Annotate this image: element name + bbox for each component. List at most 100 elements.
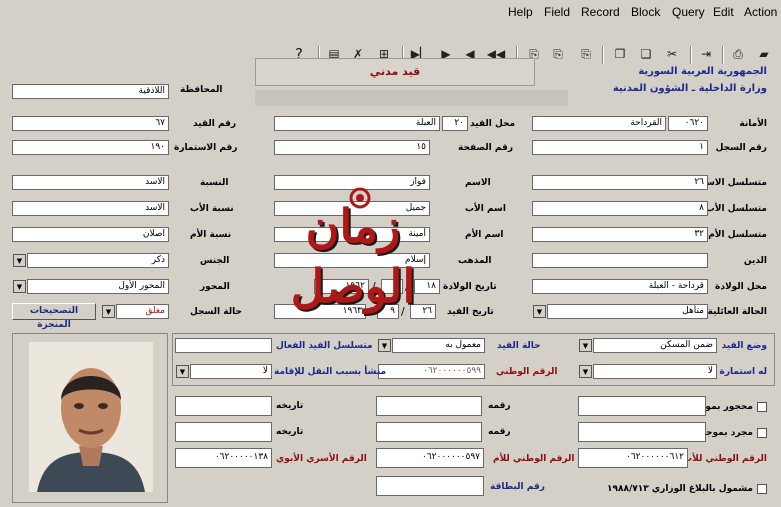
wilada-year-field[interactable]: ١٩٦٢ (314, 279, 369, 294)
istimara-sabiqa-field[interactable]: لا (593, 364, 717, 379)
mahjur-field[interactable] (578, 396, 706, 416)
mahal-wilada-field[interactable]: قرداحة - العبلة (532, 279, 708, 294)
republic-heading: الجمهورية العربية السورية (638, 66, 767, 77)
cancel-query-icon[interactable]: ⎘ (578, 46, 594, 62)
person-photo (29, 342, 153, 492)
mahjur-checkbox[interactable] (757, 402, 767, 412)
menu-help[interactable]: Help (508, 5, 533, 19)
madhhab-label: المذهب (458, 256, 492, 266)
raqm-sijil-field[interactable]: ١ (532, 140, 708, 155)
hala-aailiya-field[interactable]: متأهل (547, 304, 708, 319)
wad-qaid-dropdown-icon[interactable]: ▼ (579, 339, 592, 352)
istimara-sabiqa-dropdown-icon[interactable]: ▼ (579, 365, 592, 378)
din-field[interactable] (532, 253, 708, 268)
date-separator: / (368, 305, 372, 318)
menu-action[interactable]: Action (744, 5, 777, 19)
governorate-field[interactable]: اللاذقية (12, 84, 169, 99)
halat-qaid-dropdown-icon[interactable]: ▼ (378, 339, 391, 352)
raqmuhu2-field[interactable] (376, 422, 482, 442)
mahal-qaid-value-field[interactable]: العبلة (274, 116, 440, 131)
halat-qaid-label: حالة القيد (497, 341, 541, 351)
nisba-label: النسبة (200, 178, 229, 188)
raqm-sijil-label: رقم السجل (715, 143, 767, 153)
jins-label: الجنس (200, 256, 230, 266)
hala-aailiya-label: الحالة العائلية (707, 307, 767, 317)
mujarrad-field[interactable] (578, 422, 706, 442)
raqm-qaid-label: رقم القيد (193, 119, 237, 129)
raqm-watani-field: ٠٦٢٠٠٠٠٠٠٥٩٩ (378, 364, 485, 379)
tarikhuhu-field[interactable] (175, 396, 272, 416)
nisbat-um-field[interactable]: اصلان (12, 227, 169, 242)
date-separator: / (372, 280, 376, 293)
mutasalsil-ism-field[interactable]: ٢٦ (532, 175, 708, 190)
mutasalsil-um-field[interactable]: ٣٢ (532, 227, 708, 242)
jins-dropdown-icon[interactable]: ▼ (13, 254, 26, 267)
watani-um-label: الرقم الوطني للأم (493, 454, 575, 464)
raqm-qaid-field[interactable]: ٦٧ (12, 116, 169, 131)
mihwar-field[interactable]: المحور الأول (27, 279, 169, 294)
ism-um-field[interactable]: أمينة (274, 227, 430, 242)
menu-edit[interactable]: Edit (713, 5, 734, 19)
raqm-safha-field[interactable]: ١٥ (274, 140, 430, 155)
toolbar-separator (690, 46, 692, 64)
execute-query-icon[interactable]: ⎘ (550, 46, 566, 62)
mahal-qaid-number-field[interactable]: ٢٠ (442, 116, 468, 131)
ministry-heading: وزارة الداخلية ـ الشؤون المدنية (612, 83, 767, 94)
wilada-day-field[interactable]: ١٨ (414, 279, 440, 294)
din-label: الدين (743, 256, 767, 266)
mihwar-label: المحور (200, 282, 230, 292)
mutasalsil-ab-field[interactable]: ٨ (532, 201, 708, 216)
raqm-bitaqa-field[interactable] (376, 476, 484, 496)
halat-sijil-field[interactable]: مغلق (116, 304, 169, 319)
menu-record[interactable]: Record (581, 5, 620, 19)
qaid-year-field[interactable]: ١٩٦٣ (274, 304, 366, 319)
tarikhuhu2-field[interactable] (175, 422, 272, 442)
usari-abawi-field[interactable]: ٠٦٢٠٠٠٠٠١٣٨ (175, 448, 272, 468)
corrections-button[interactable]: التصحيحات المنجزة (12, 303, 96, 330)
qaid-month-field[interactable]: ٩ (377, 304, 399, 319)
paste-icon[interactable]: ❏ (638, 46, 654, 62)
madhhab-field[interactable]: إسلام (274, 253, 430, 268)
copy-icon[interactable]: ❐ (612, 46, 628, 62)
usari-abawi-label: الرقم الأسري الأبوي (276, 454, 367, 464)
qaid-day-field[interactable]: ٢٦ (410, 304, 436, 319)
munsha-dropdown-icon[interactable]: ▼ (176, 365, 189, 378)
raqm-istimara-label: رقم الاستمارة (174, 143, 238, 153)
raqmuhu-field[interactable] (376, 396, 482, 416)
save-icon[interactable]: ▰ (756, 46, 772, 62)
ism-field[interactable]: فواز (274, 175, 430, 190)
date-separator: / (405, 280, 409, 293)
exit-icon[interactable]: ⇥ (698, 46, 714, 62)
mashmul-checkbox[interactable] (757, 484, 767, 494)
cut-icon[interactable]: ✂ (664, 46, 680, 62)
munsha-field[interactable]: لا (190, 364, 272, 379)
menu-field[interactable]: Field (544, 5, 570, 19)
halat-sijil-label: حالة السجل (190, 307, 242, 317)
nisbat-ab-field[interactable]: الاسد (12, 201, 169, 216)
raqm-istimara-field[interactable]: ١٩٠ (12, 140, 169, 155)
tarikhuhu2-label: تاريخه (276, 427, 304, 437)
wilada-month-field[interactable]: ٦ (381, 279, 403, 294)
toolbar-separator (602, 46, 604, 64)
watani-um-field[interactable]: ٠٦٢٠٠٠٠٠٠٥٩٧ (376, 448, 484, 468)
mihwar-dropdown-icon[interactable]: ▼ (13, 280, 26, 293)
amana-code-field[interactable]: ٠٦٢٠ (668, 116, 708, 131)
amana-value-field[interactable]: القرداحة (532, 116, 666, 131)
jins-field[interactable]: ذكر (27, 253, 169, 268)
nisbat-um-label: نسبة الأم (190, 230, 232, 240)
mutasalsil-faal-field[interactable] (175, 338, 272, 353)
hala-aailiya-dropdown-icon[interactable]: ▼ (533, 305, 546, 318)
mutasalsil-ism-label: متسلسل الاسم (698, 178, 767, 188)
nisba-field[interactable]: الاسد (12, 175, 169, 190)
ism-ab-field[interactable]: جميل (274, 201, 430, 216)
mujarrad-checkbox[interactable] (757, 428, 767, 438)
menu-query[interactable]: Query (672, 5, 705, 19)
halat-qaid-field[interactable]: معمول به (392, 338, 485, 353)
watani-ab-field[interactable]: ٠٦٢٠٠٠٠٠٠٦١٢ (578, 448, 688, 468)
menu-block[interactable]: Block (631, 5, 660, 19)
mutasalsil-faal-label: متسلسل القيد الفعال (276, 341, 373, 351)
print-icon[interactable]: ⎙ (730, 46, 746, 62)
photo-panel (12, 333, 168, 503)
halat-sijil-dropdown-icon[interactable]: ▼ (102, 305, 115, 318)
wad-qaid-field[interactable]: ضمن المسكن (593, 338, 717, 353)
